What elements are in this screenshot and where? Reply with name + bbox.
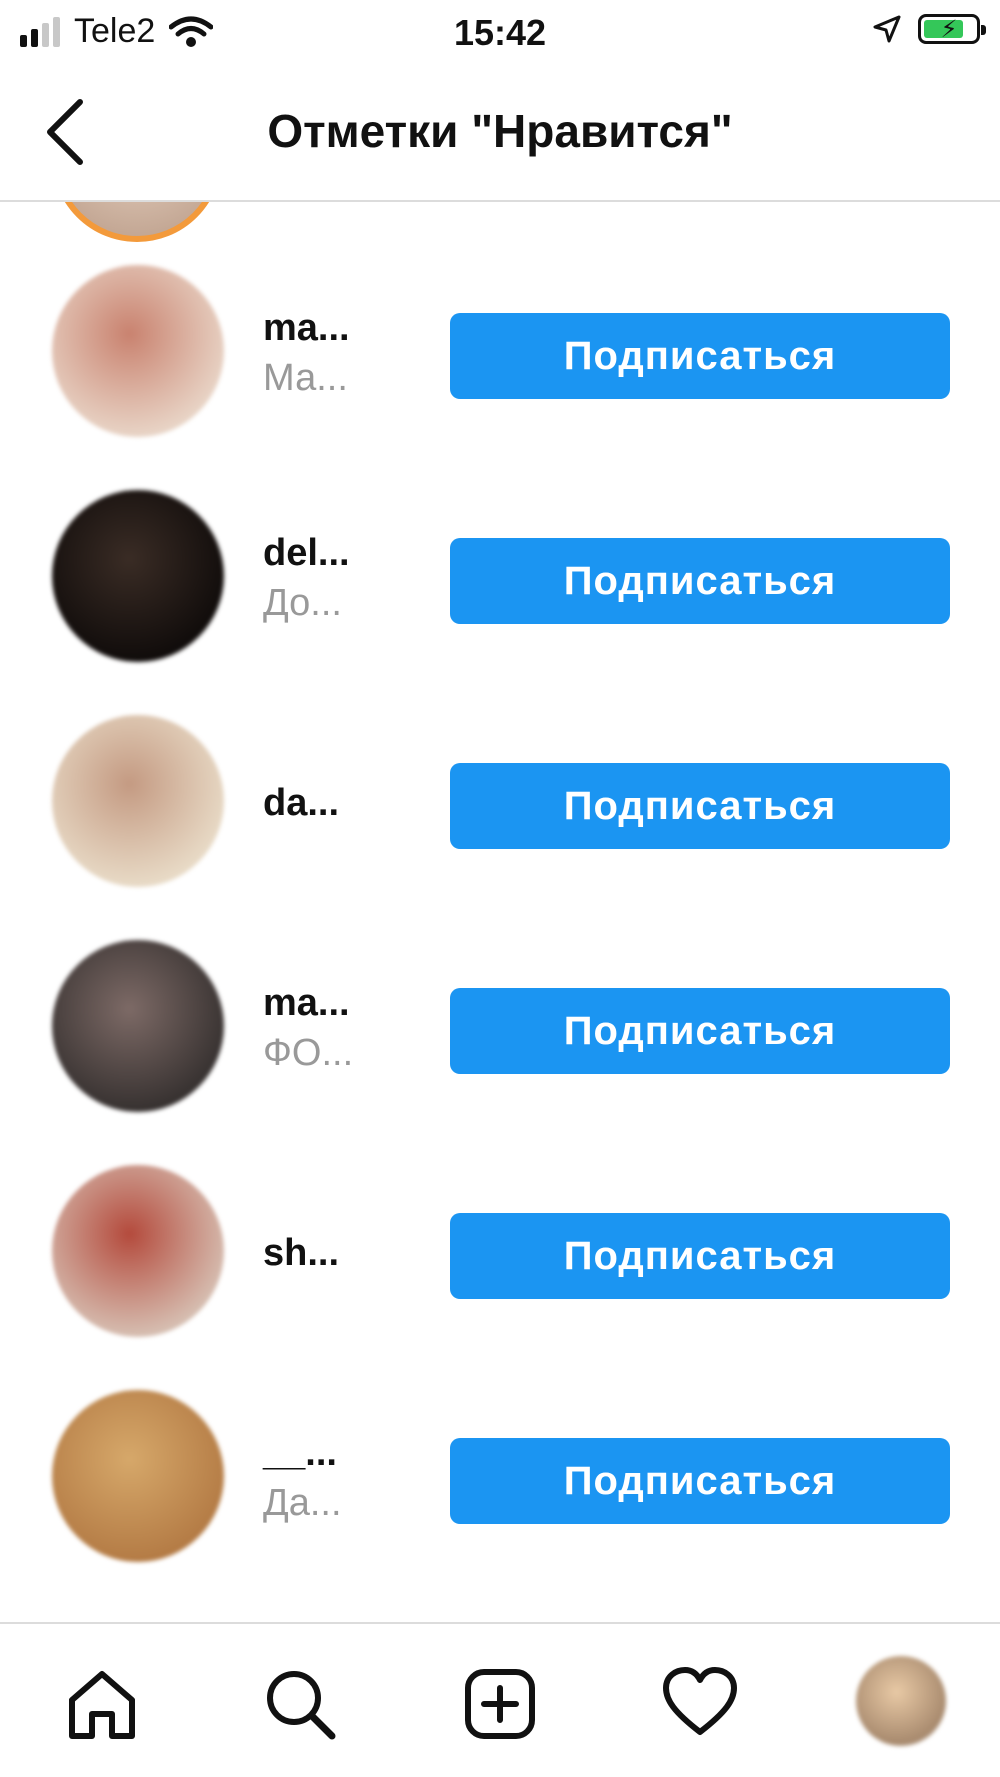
avatar[interactable]	[52, 1165, 224, 1337]
username[interactable]: __...	[263, 1428, 413, 1478]
status-bar: Tele2 15:42 ⚡	[0, 0, 1000, 70]
follow-button[interactable]: Подписаться	[450, 1213, 950, 1299]
user-texts: del... До...	[263, 465, 413, 690]
profile-avatar[interactable]	[856, 1656, 946, 1746]
full-name: До...	[263, 581, 342, 624]
list-item[interactable]: __... Да... Подписаться	[0, 1365, 1000, 1590]
user-texts: ma... ФО...	[263, 915, 413, 1140]
home-icon[interactable]	[62, 1664, 142, 1744]
username[interactable]: ma...	[263, 978, 413, 1028]
avatar[interactable]	[52, 940, 224, 1112]
full-name: Ма...	[263, 356, 348, 399]
list-item[interactable]: sh... Подписаться	[0, 1140, 1000, 1365]
follow-button[interactable]: Подписаться	[450, 1438, 950, 1524]
user-texts: ma... Ма...	[263, 240, 413, 465]
list-item[interactable]: del... До... Подписаться	[0, 465, 1000, 690]
charging-bolt-icon: ⚡	[940, 16, 958, 43]
username[interactable]: del...	[263, 528, 413, 578]
follow-button[interactable]: Подписаться	[450, 538, 950, 624]
user-texts: sh...	[263, 1140, 413, 1365]
battery-icon: ⚡	[918, 14, 986, 44]
location-arrow-icon	[873, 15, 901, 43]
avatar[interactable]	[52, 265, 224, 437]
likes-list[interactable]: ma... Ма... Подписаться del... До... Подписат…	[0, 202, 1000, 1622]
list-item[interactable]: da... Подписаться	[0, 690, 1000, 915]
user-texts: da...	[263, 690, 413, 915]
activity-heart-icon[interactable]	[660, 1664, 740, 1744]
avatar[interactable]	[52, 490, 224, 662]
avatar[interactable]	[52, 715, 224, 887]
username[interactable]: ma...	[263, 303, 413, 353]
story-avatar-partial[interactable]	[52, 202, 222, 242]
username[interactable]: sh...	[263, 1228, 413, 1278]
full-name: Да...	[263, 1481, 342, 1524]
search-icon[interactable]	[260, 1664, 340, 1744]
list-item[interactable]: ma... Ма... Подписаться	[0, 240, 1000, 465]
follow-button[interactable]: Подписаться	[450, 313, 950, 399]
username[interactable]: da...	[263, 778, 413, 828]
follow-button[interactable]: Подписаться	[450, 763, 950, 849]
clock: 15:42	[453, 12, 547, 53]
add-post-icon[interactable]	[460, 1664, 540, 1744]
list-item[interactable]: ma... ФО... Подписаться	[0, 915, 1000, 1140]
page-header: Отметки "Нравится"	[0, 70, 1000, 202]
full-name: ФО...	[263, 1031, 354, 1074]
user-texts: __... Да...	[263, 1365, 413, 1590]
follow-button[interactable]: Подписаться	[450, 988, 950, 1074]
avatar[interactable]	[52, 1390, 224, 1562]
bottom-tab-bar	[0, 1622, 1000, 1777]
page-title: Отметки "Нравится"	[267, 105, 733, 157]
